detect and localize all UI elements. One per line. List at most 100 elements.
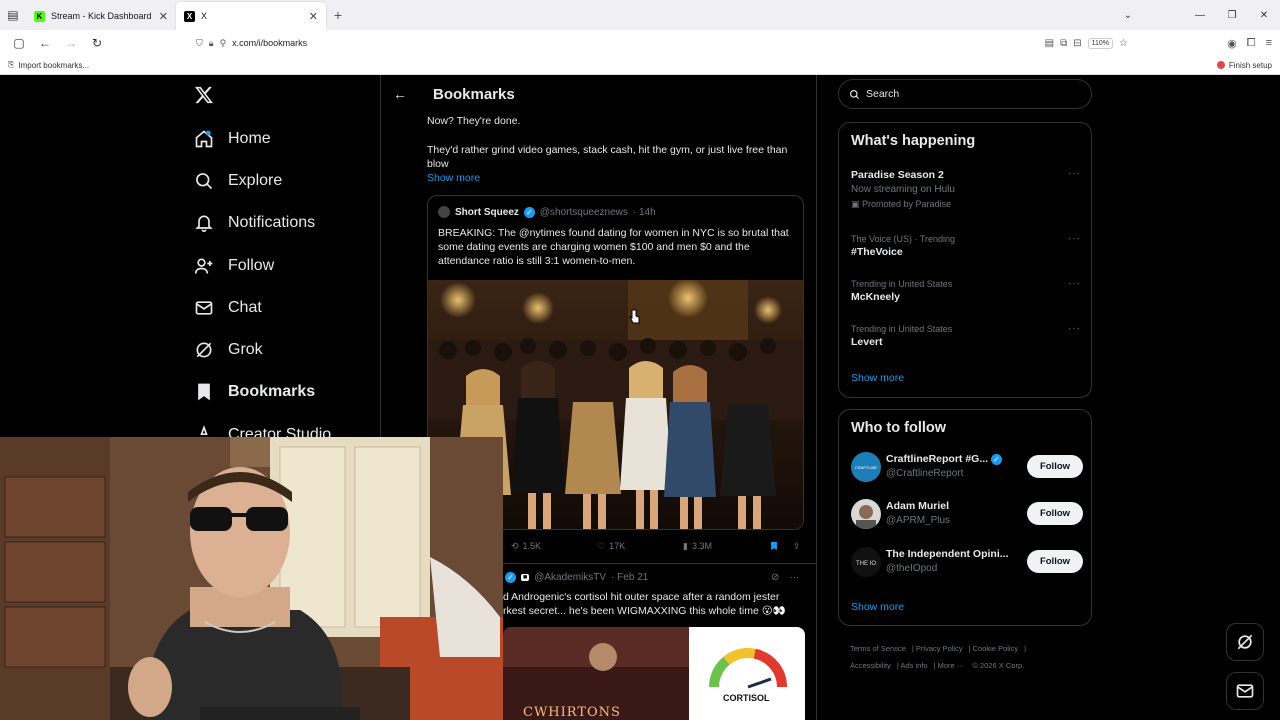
more-options-icon[interactable]: ··· [789,572,799,583]
follow-suggestion[interactable]: THE IO The Independent Opini... @theIOpo… [851,545,1083,581]
lock-icon[interactable]: 🔒︎ [209,38,214,49]
repost-button[interactable]: ⟲ 1.5K [511,541,541,552]
whats-happening-panel: What's happening Paradise Season 2 Now s… [838,122,1092,398]
messages-float-button[interactable] [1226,672,1264,710]
search-input[interactable]: Search [838,79,1092,109]
post-author-handle[interactable]: @AkademiksTV [534,572,606,583]
tab-kick-dashboard[interactable]: K Stream - Kick Dashboard ✕ [26,2,176,30]
follow-suggestion[interactable]: Adam Muriel @APRM_Plus Follow [851,497,1083,533]
picture-in-picture-icon[interactable]: ⧉ [1060,38,1067,49]
avatar[interactable] [438,206,450,218]
forward-button[interactable]: → [60,32,82,54]
trend-item[interactable]: Trending in United States Levert ··· [851,323,1081,349]
new-tab-button[interactable]: + [326,7,350,23]
grok-icon [1237,634,1253,650]
close-tab-icon[interactable]: ✕ [309,10,318,23]
footer-link-ads[interactable]: Ads info [900,661,927,670]
grok-float-button[interactable] [1226,623,1264,661]
tab-list-icon[interactable]: ▤ [0,0,26,30]
avatar[interactable]: CRAFTLINE [851,452,881,482]
nav-item-chat[interactable]: Chat [194,292,262,324]
account-name: Adam Muriel [886,500,950,512]
url-text[interactable]: x.com/i/bookmarks [232,38,307,48]
footer-link-cookie[interactable]: Cookie Policy [973,644,1018,653]
follow-button[interactable]: Follow [1027,550,1083,573]
trend-meta: Trending in United States [851,279,953,289]
search-icon [850,89,860,99]
nav-label: Notifications [228,214,316,231]
tab-x[interactable]: X X ✕ [176,2,326,30]
account-icon[interactable]: ◉ [1227,37,1237,50]
finish-setup-button[interactable]: Finish setup [1216,60,1272,70]
reload-button[interactable]: ↻ [86,32,108,54]
more-options-icon[interactable]: ··· [1068,233,1081,244]
more-options-icon[interactable]: ··· [1068,323,1081,334]
quote-author-handle[interactable]: @shortsqueeznews [540,207,628,218]
follow-button[interactable]: Follow [1027,455,1083,478]
bookmark-button[interactable] [769,540,779,552]
import-bookmarks-link[interactable]: Import bookmarks... [18,61,89,70]
more-options-icon[interactable]: ··· [1068,168,1081,179]
media-caption-right: CORTISOL [723,693,770,703]
kick-favicon-icon: K [34,10,45,22]
finish-setup-label: Finish setup [1228,60,1272,70]
post-media[interactable]: CWHIRTONS CORTISOL [503,627,805,720]
nav-item-follow[interactable]: Follow [194,250,274,282]
svg-text:THE IO: THE IO [856,561,876,567]
home-icon [194,129,214,149]
trend-item[interactable]: Paradise Season 2 Now streaming on Hulu … [851,168,1081,210]
like-button[interactable]: ♡ 17K [597,541,625,552]
menu-icon[interactable]: ≡ [1266,37,1272,50]
footer-link-more[interactable]: More ··· [938,661,965,670]
post-header-actions: ⊘ ··· [771,572,799,583]
x-logo-icon[interactable] [194,85,216,107]
more-options-icon[interactable]: ··· [1068,278,1081,289]
show-more-link[interactable]: Show more [851,601,904,613]
avatar[interactable]: THE IO [851,547,881,577]
extensions-icon[interactable]: ⧠ [1247,37,1256,50]
back-button[interactable]: ← [34,32,56,54]
permissions-icon[interactable]: ⚲ [220,38,227,49]
address-bar[interactable]: ⛉ 🔒︎ ⚲ x.com/i/bookmarks ▤ ⧉ ⊟ 110% ☆ [192,32,1132,54]
share-button[interactable]: ⇪ [793,541,801,552]
sidebar-toggle-icon[interactable]: ▢ [8,32,30,54]
show-more-link[interactable]: Show more [851,372,904,384]
back-arrow-icon[interactable]: ← [381,86,417,102]
views-button[interactable]: ▮ 3.3M [683,541,712,552]
minimize-button[interactable]: — [1184,10,1216,21]
quote-timestamp[interactable]: · 14h [633,207,656,218]
trend-item[interactable]: Trending in United States McKneely ··· [851,278,1081,304]
account-name: The Independent Opini... [886,548,1009,560]
nav-label: Grok [228,341,263,358]
trend-item[interactable]: The Voice (US) · Trending #TheVoice ··· [851,233,1081,259]
nav-item-home[interactable]: Home [194,123,271,155]
nav-item-notifications[interactable]: Notifications [194,207,315,239]
nav-item-explore[interactable]: Explore [194,165,282,197]
footer-link-accessibility[interactable]: Accessibility [850,661,891,670]
grok-icon[interactable]: ⊘ [771,572,779,583]
show-more-link[interactable]: Show more [427,171,797,185]
follow-suggestion[interactable]: CRAFTLINE CraftlineReport #G... ✓ @Craft… [851,450,1083,486]
trend-description: Now streaming on Hulu [851,184,955,195]
tab-overflow-icon[interactable]: ⌄ [1112,10,1144,21]
verified-badge-icon: ✓ [991,454,1003,465]
post-timestamp[interactable]: · Feb 21 [611,572,648,583]
column-divider [816,75,817,720]
nav-item-bookmarks[interactable]: Bookmarks [194,376,315,408]
footer-link-terms[interactable]: Terms of Service [850,644,906,653]
restore-button[interactable]: ❐ [1216,10,1248,21]
bookmark-star-icon[interactable]: ☆ [1119,38,1128,49]
trend-name: Levert [851,336,883,348]
nav-item-grok[interactable]: Grok [194,334,263,366]
avatar[interactable] [851,499,881,529]
reader-view-icon[interactable]: ▤ [1045,38,1054,49]
quote-author-name[interactable]: Short Squeez [455,207,519,218]
shield-icon[interactable]: ⛉ [196,38,203,49]
footer-link-privacy[interactable]: Privacy Policy [916,644,963,653]
nav-label: Bookmarks [228,383,316,400]
follow-button[interactable]: Follow [1027,502,1083,525]
zoom-level[interactable]: 110% [1087,37,1114,49]
close-window-button[interactable]: ✕ [1248,10,1280,21]
close-tab-icon[interactable]: ✕ [159,10,168,23]
save-page-icon[interactable]: ⊟ [1073,38,1081,49]
